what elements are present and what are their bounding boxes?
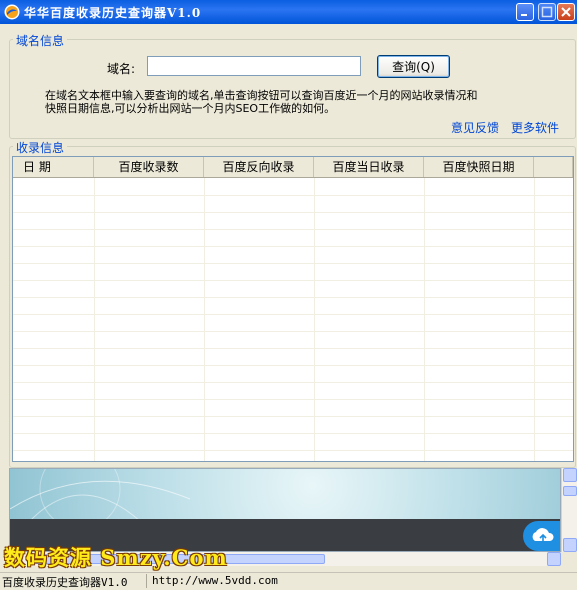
title-bar: 华华百度收录历史查询器V1.0 [0, 0, 577, 24]
ad-banner[interactable] [9, 468, 561, 552]
feedback-link[interactable]: 意见反馈 [451, 119, 499, 136]
table-row [13, 382, 573, 383]
status-app-name: 百度收录历史查询器V1.0 [2, 574, 147, 589]
scroll-right-arrow-icon[interactable] [547, 552, 561, 566]
index-info-legend: 收录信息 [13, 139, 68, 156]
banner-swirl-decoration [10, 469, 191, 521]
table-row [13, 246, 573, 247]
app-logo-icon [4, 4, 20, 20]
table-row [13, 212, 573, 213]
scroll-up-arrow-icon[interactable] [563, 468, 577, 482]
table-row [13, 416, 573, 417]
scroll-down-arrow-icon[interactable] [563, 538, 577, 552]
table-column-line [424, 178, 425, 461]
domain-info-legend: 域名信息 [13, 32, 68, 49]
column-header-baidu-index[interactable]: 百度收录数 [94, 157, 204, 177]
index-table[interactable]: 日 期 百度收录数 百度反向收录 百度当日收录 百度快照日期 [12, 156, 574, 462]
table-row [13, 263, 573, 264]
status-bar: 百度收录历史查询器V1.0 http://www.5vdd.com [0, 572, 577, 589]
column-header-snapshot-date[interactable]: 百度快照日期 [424, 157, 534, 177]
table-column-line [204, 178, 205, 461]
help-line-1: 在域名文本框中输入要查询的域名,单击查询按钮可以查询百度近一个月的网站收录情况和 [45, 89, 478, 102]
table-row [13, 314, 573, 315]
table-row [13, 297, 573, 298]
close-button[interactable] [557, 3, 575, 21]
minimize-icon [521, 14, 527, 16]
banner-vertical-scrollbar[interactable] [561, 468, 577, 552]
table-row [13, 399, 573, 400]
column-header-daily-index[interactable]: 百度当日收录 [314, 157, 424, 177]
watermark-text: 数码资源 Smzy.Com [4, 545, 228, 570]
table-row [13, 433, 573, 434]
column-header-empty [534, 157, 573, 177]
table-column-line [94, 178, 95, 461]
close-icon [561, 7, 571, 17]
column-header-backlinks[interactable]: 百度反向收录 [204, 157, 314, 177]
table-row [13, 280, 573, 281]
window-title: 华华百度收录历史查询器V1.0 [24, 6, 202, 20]
help-line-2: 快照日期信息,可以分析出网站一个月内SEO工作做的如何。 [45, 102, 336, 115]
help-text: 在域名文本框中输入要查询的域名,单击查询按钮可以查询百度近一个月的网站收录情况和… [45, 89, 535, 115]
domain-label: 域名: [107, 62, 136, 76]
query-button[interactable]: 查询(Q) [377, 55, 450, 78]
table-row [13, 229, 573, 230]
column-header-date[interactable]: 日 期 [13, 157, 94, 177]
table-column-line [534, 178, 535, 461]
table-body [13, 178, 573, 461]
table-header: 日 期 百度收录数 百度反向收录 百度当日收录 百度快照日期 [13, 157, 573, 178]
domain-input[interactable] [147, 56, 361, 76]
status-url: http://www.5vdd.com [152, 574, 278, 587]
table-row [13, 450, 573, 451]
cloud-upload-icon [532, 528, 554, 543]
table-row [13, 348, 573, 349]
minimize-button[interactable] [516, 3, 534, 21]
maximize-icon [541, 6, 553, 18]
table-row [13, 195, 573, 196]
scroll-thumb[interactable] [563, 486, 577, 496]
more-software-link[interactable]: 更多软件 [511, 119, 559, 136]
maximize-button[interactable] [538, 3, 556, 21]
cloud-button[interactable] [523, 521, 560, 551]
table-column-line [314, 178, 315, 461]
table-row [13, 365, 573, 366]
table-row [13, 331, 573, 332]
